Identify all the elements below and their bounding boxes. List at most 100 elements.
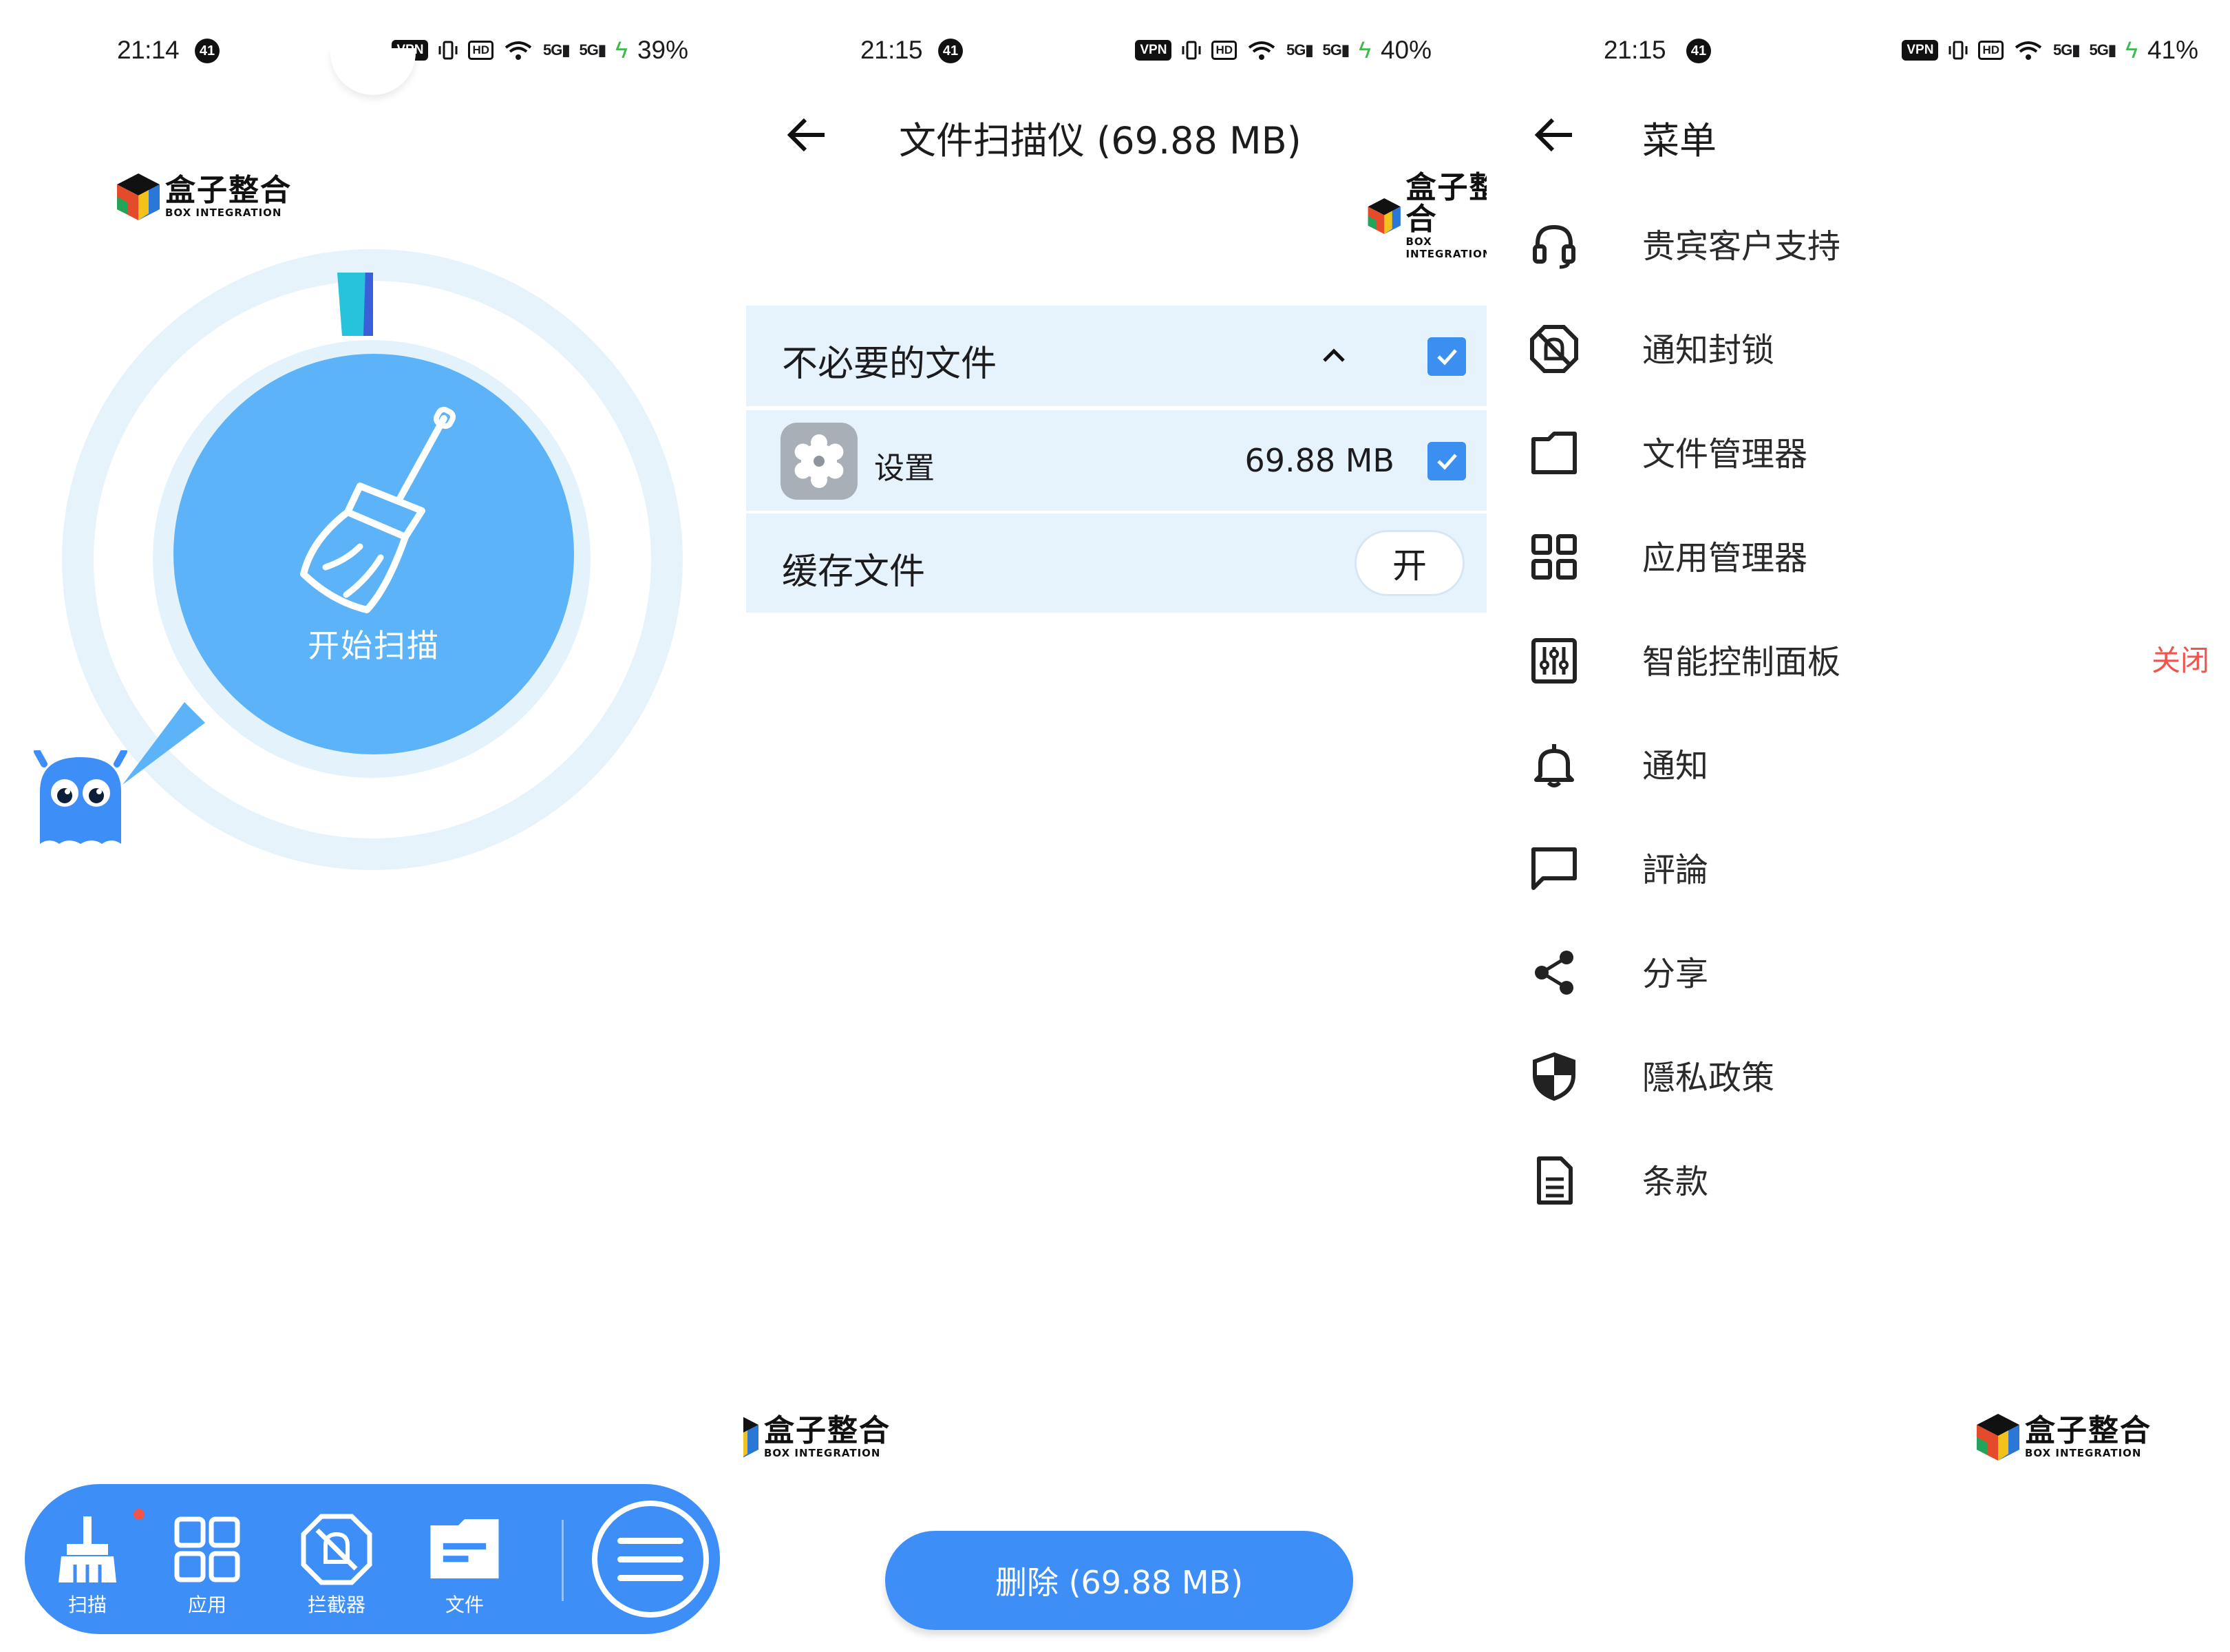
- battery-percent: 41%: [2147, 36, 2198, 64]
- grid-outline-icon: [1531, 534, 1577, 580]
- app-bar: 文件扫描仪 (69.88 MB): [743, 103, 1487, 167]
- chevron-up-icon[interactable]: [1319, 340, 1349, 370]
- share-icon: [1535, 951, 1573, 995]
- hd-voice-icon: HD: [468, 41, 493, 60]
- cube-logo-icon: [117, 173, 160, 220]
- menu-item-review[interactable]: 評論: [1487, 825, 2230, 907]
- hd-voice-icon: HD: [1978, 41, 2004, 60]
- menu-item-label: 条款: [1642, 1163, 1709, 1201]
- charging-icon: ϟ: [615, 36, 628, 63]
- document-icon: [1537, 1156, 1573, 1205]
- menu-item-notification-block[interactable]: 通知封锁: [1487, 305, 2230, 388]
- cache-toggle-button[interactable]: 开: [1355, 530, 1465, 596]
- list-item[interactable]: 设置 69.88 MB: [746, 410, 1487, 511]
- back-arrow-icon[interactable]: [1532, 113, 1576, 157]
- nav-scan-label: 扫描: [67, 1593, 107, 1616]
- menu-screen: 21:15 41 VPN HD 5G▮ 5G▮ ϟ 41% 菜单 贵宾客户支持 …: [1487, 0, 2230, 1652]
- menu-item-privacy[interactable]: 隱私政策: [1487, 1032, 2230, 1115]
- broom-icon: [300, 406, 456, 613]
- menu-button[interactable]: [592, 1501, 709, 1618]
- bottom-navigation: 扫描 应用 拦截器 文件: [25, 1484, 720, 1634]
- delete-button[interactable]: 删除 (69.88 MB): [885, 1531, 1353, 1630]
- vibrate-icon: [438, 41, 458, 60]
- ghost-mascot-icon[interactable]: [30, 750, 131, 851]
- status-bar: 21:15 41 VPN HD 5G▮ 5G▮ ϟ 41%: [1487, 30, 2230, 69]
- notification-block-icon: [1530, 325, 1578, 373]
- signal-1-icon: 5G▮: [2053, 41, 2080, 59]
- status-icons: VPN HD 5G▮ 5G▮ ϟ 39%: [392, 36, 688, 65]
- nav-scan[interactable]: 扫描: [43, 1512, 132, 1618]
- menu-item-smart-panel[interactable]: 智能控制面板 关闭: [1487, 617, 2230, 699]
- start-scan-label: 开始扫描: [308, 627, 440, 664]
- nav-apps-label: 应用: [187, 1593, 226, 1616]
- smart-panel-status: 关闭: [2151, 644, 2209, 677]
- app-bar: 菜单: [1487, 103, 2230, 167]
- wifi-icon: [2015, 41, 2042, 60]
- status-icons: VPN HD 5G▮ 5G▮ ϟ 40%: [1135, 36, 1432, 65]
- menu-item-file-manager[interactable]: 文件管理器: [1487, 409, 2230, 491]
- battery-percent: 39%: [637, 36, 688, 64]
- menu-item-label: 通知封锁: [1642, 331, 1775, 370]
- signal-2-icon: 5G▮: [2089, 41, 2116, 59]
- logo-text-cn: 盒子整合: [1405, 170, 1487, 237]
- watermark-logo: 盒子整合 BOX INTEGRATION: [743, 1412, 891, 1462]
- gear-icon: [794, 434, 844, 488]
- battery-percent: 40%: [1380, 36, 1432, 64]
- charging-icon: ϟ: [1358, 36, 1371, 63]
- logo-text-en: BOX INTEGRATION: [2025, 1447, 2142, 1459]
- folder-outline-icon: [1531, 432, 1577, 474]
- status-time: 21:15: [860, 36, 923, 64]
- logo-text-en: BOX INTEGRATION: [764, 1447, 881, 1459]
- notification-count-badge: 41: [195, 39, 220, 63]
- status-icons: VPN HD 5G▮ 5G▮ ϟ 41%: [1902, 36, 2198, 65]
- shield-icon: [1533, 1052, 1575, 1101]
- check-icon: [1437, 349, 1457, 366]
- menu-item-label: 分享: [1642, 955, 1709, 993]
- signal-1-icon: 5G▮: [1286, 41, 1313, 59]
- cache-files-label: 缓存文件: [782, 551, 926, 593]
- menu-item-label: 贵宾客户支持: [1642, 227, 1841, 266]
- menu-item-vip-support[interactable]: 贵宾客户支持: [1487, 201, 2230, 284]
- unnecessary-files-header[interactable]: 不必要的文件: [746, 306, 1487, 406]
- notification-count-badge: 41: [938, 39, 963, 63]
- nav-divider: [562, 1520, 564, 1601]
- settings-app-icon: [780, 423, 858, 500]
- charging-icon: ϟ: [2125, 36, 2138, 63]
- file-scanner-screen: 21:15 41 VPN HD 5G▮ 5G▮ ϟ 40% 文件扫描仪 (69.…: [743, 0, 1487, 1652]
- status-bar: 21:15 41 VPN HD 5G▮ 5G▮ ϟ 40%: [743, 30, 1487, 69]
- hd-voice-icon: HD: [1211, 41, 1237, 60]
- vibrate-icon: [1948, 41, 1968, 60]
- app-checkbox[interactable]: [1427, 442, 1466, 480]
- logo-text-en: BOX INTEGRATION: [1405, 235, 1487, 260]
- top-handle: [330, 48, 416, 95]
- nav-blocker[interactable]: 拦截器: [292, 1512, 381, 1618]
- logo-text-cn: 盒子整合: [2025, 1413, 2152, 1448]
- logo-text-en: BOX INTEGRATION: [165, 206, 282, 219]
- check-icon: [1437, 454, 1457, 470]
- page-title: 文件扫描仪 (69.88 MB): [899, 119, 1302, 162]
- comment-icon: [1531, 847, 1577, 890]
- start-scan-button[interactable]: 开始扫描: [173, 354, 574, 754]
- menu-item-label: 智能控制面板: [1642, 643, 1841, 681]
- wifi-icon: [505, 41, 532, 60]
- menu-item-app-manager[interactable]: 应用管理器: [1487, 513, 2230, 595]
- menu-item-label: 通知: [1642, 747, 1709, 785]
- new-badge-dot: [134, 1509, 145, 1520]
- broom-icon: [59, 1516, 116, 1582]
- menu-item-notifications[interactable]: 通知: [1487, 721, 2230, 803]
- nav-apps[interactable]: 应用: [162, 1512, 252, 1618]
- cache-files-row: 缓存文件 开: [746, 513, 1487, 613]
- back-arrow-icon[interactable]: [785, 113, 829, 157]
- nav-files[interactable]: 文件: [420, 1512, 509, 1618]
- vpn-icon: VPN: [1902, 40, 1939, 61]
- folder-icon: [430, 1519, 499, 1579]
- wifi-icon: [1248, 41, 1275, 60]
- signal-1-icon: 5G▮: [543, 41, 570, 59]
- menu-item-label: 評論: [1642, 851, 1709, 889]
- menu-item-label: 隱私政策: [1642, 1059, 1775, 1097]
- menu-item-terms[interactable]: 条款: [1487, 1136, 2230, 1219]
- logo-text-cn: 盒子整合: [165, 173, 292, 208]
- menu-item-share[interactable]: 分享: [1487, 929, 2230, 1011]
- unnecessary-files-checkbox[interactable]: [1427, 337, 1466, 376]
- status-time: 21:15: [1604, 36, 1666, 64]
